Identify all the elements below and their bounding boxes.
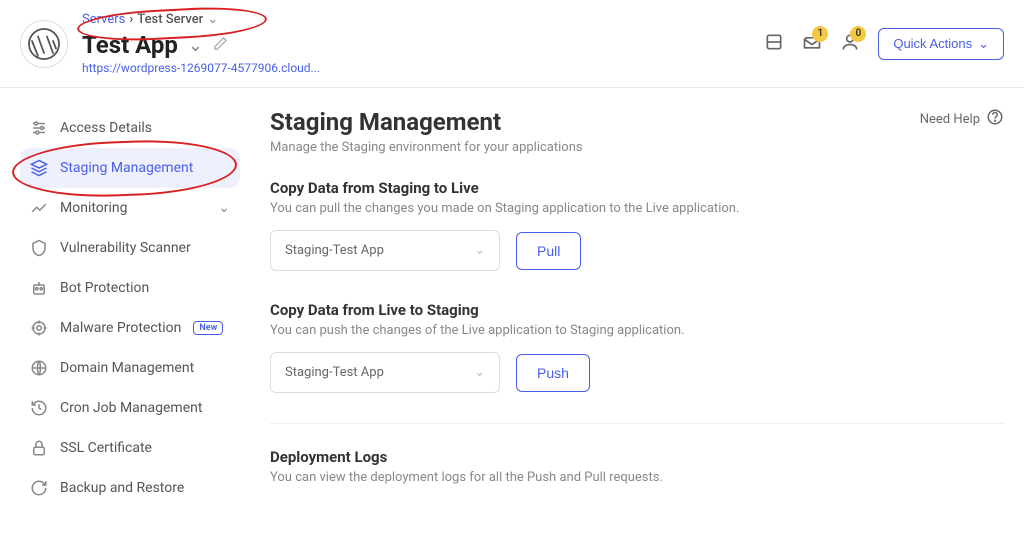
- pull-selected-label: Staging-Test App: [285, 243, 384, 258]
- target-icon: [30, 319, 48, 337]
- new-badge: New: [193, 321, 223, 335]
- sidebar-item-domain-management[interactable]: Domain Management: [20, 348, 240, 388]
- push-button[interactable]: Push: [516, 354, 590, 392]
- header: Servers › Test Server ⌄ Test App ⌄ https…: [0, 0, 1024, 88]
- chevron-down-icon[interactable]: ⌄: [207, 12, 218, 27]
- sidebar-item-bot-protection[interactable]: Bot Protection: [20, 268, 240, 308]
- globe-icon: [30, 359, 48, 377]
- push-section-desc: You can push the changes of the Live app…: [270, 323, 1004, 338]
- chevron-down-icon: ⌄: [474, 365, 485, 380]
- page-subtitle: Manage the Staging environment for your …: [270, 140, 583, 155]
- logs-section-desc: You can view the deployment logs for all…: [270, 470, 1004, 485]
- pull-button[interactable]: Pull: [516, 232, 581, 270]
- lock-icon: [30, 439, 48, 457]
- sidebar-item-label: Staging Management: [60, 160, 193, 176]
- sidebar-item-label: Backup and Restore: [60, 480, 184, 496]
- chevron-right-icon: ›: [129, 12, 133, 27]
- page-title: Staging Management: [270, 108, 583, 136]
- layers-icon: [30, 159, 48, 177]
- sidebar-item-staging-management[interactable]: Staging Management: [20, 148, 240, 188]
- sidebar-item-cron-job[interactable]: Cron Job Management: [20, 388, 240, 428]
- sidebar: Access Details Staging Management Monito…: [20, 108, 240, 508]
- sidebar-item-label: Domain Management: [60, 360, 194, 376]
- history-icon: [30, 399, 48, 417]
- pull-section-title: Copy Data from Staging to Live: [270, 179, 1004, 197]
- push-section-title: Copy Data from Live to Staging: [270, 301, 1004, 319]
- quick-actions-label: Quick Actions: [893, 36, 972, 51]
- robot-icon: [30, 279, 48, 297]
- pull-section-desc: You can pull the changes you made on Sta…: [270, 201, 1004, 216]
- sidebar-item-label: Vulnerability Scanner: [60, 240, 191, 256]
- sidebar-item-monitoring[interactable]: Monitoring ⌄: [20, 188, 240, 228]
- header-actions: 1 0 Quick Actions ⌄: [764, 28, 1004, 60]
- sliders-icon: [30, 119, 48, 137]
- sidebar-item-vulnerability-scanner[interactable]: Vulnerability Scanner: [20, 228, 240, 268]
- sidebar-item-malware-protection[interactable]: Malware Protection New: [20, 308, 240, 348]
- need-help-label: Need Help: [920, 112, 980, 127]
- user-badge: 0: [850, 26, 866, 42]
- divider: [270, 423, 1004, 424]
- breadcrumb-servers-link[interactable]: Servers: [82, 12, 125, 27]
- sidebar-item-label: Bot Protection: [60, 280, 149, 296]
- main: Access Details Staging Management Monito…: [0, 88, 1024, 508]
- breadcrumb-server-name[interactable]: Test Server: [137, 12, 203, 27]
- app-url[interactable]: https://wordpress-1269077-4577906.cloud.…: [82, 61, 764, 75]
- notification-icon[interactable]: 1: [802, 32, 822, 56]
- server-icon[interactable]: [764, 32, 784, 56]
- pull-row: Staging-Test App ⌄ Pull: [270, 230, 1004, 271]
- wordpress-logo: [20, 20, 68, 68]
- help-icon: [986, 108, 1004, 130]
- header-content: Servers › Test Server ⌄ Test App ⌄ https…: [82, 12, 764, 75]
- app-title-row: Test App ⌄: [82, 31, 764, 59]
- need-help-link[interactable]: Need Help: [920, 108, 1004, 130]
- sidebar-item-ssl-certificate[interactable]: SSL Certificate: [20, 428, 240, 468]
- sidebar-item-backup-restore[interactable]: Backup and Restore: [20, 468, 240, 508]
- notification-badge: 1: [812, 26, 828, 42]
- push-app-select[interactable]: Staging-Test App ⌄: [270, 352, 500, 393]
- edit-icon[interactable]: [213, 36, 228, 55]
- sidebar-item-label: Monitoring: [60, 200, 128, 216]
- chevron-down-icon[interactable]: ⌄: [188, 35, 203, 56]
- sidebar-item-label: Cron Job Management: [60, 400, 202, 416]
- push-row: Staging-Test App ⌄ Push: [270, 352, 1004, 393]
- pull-app-select[interactable]: Staging-Test App ⌄: [270, 230, 500, 271]
- breadcrumb: Servers › Test Server ⌄: [82, 12, 764, 27]
- shield-icon: [30, 239, 48, 257]
- sidebar-item-access-details[interactable]: Access Details: [20, 108, 240, 148]
- quick-actions-button[interactable]: Quick Actions ⌄: [878, 28, 1004, 60]
- push-selected-label: Staging-Test App: [285, 365, 384, 380]
- chevron-down-icon: ⌄: [474, 243, 485, 258]
- user-icon[interactable]: 0: [840, 32, 860, 56]
- content: Staging Management Manage the Staging en…: [270, 108, 1004, 508]
- sidebar-item-label: Access Details: [60, 120, 152, 136]
- app-title: Test App: [82, 31, 178, 59]
- chevron-down-icon: ⌄: [978, 36, 989, 52]
- sidebar-item-label: Malware Protection: [60, 320, 181, 336]
- logs-section-title: Deployment Logs: [270, 448, 1004, 466]
- chart-icon: [30, 199, 48, 217]
- chevron-down-icon: ⌄: [218, 200, 230, 216]
- refresh-icon: [30, 479, 48, 497]
- sidebar-item-label: SSL Certificate: [60, 440, 152, 456]
- content-head: Staging Management Manage the Staging en…: [270, 108, 1004, 179]
